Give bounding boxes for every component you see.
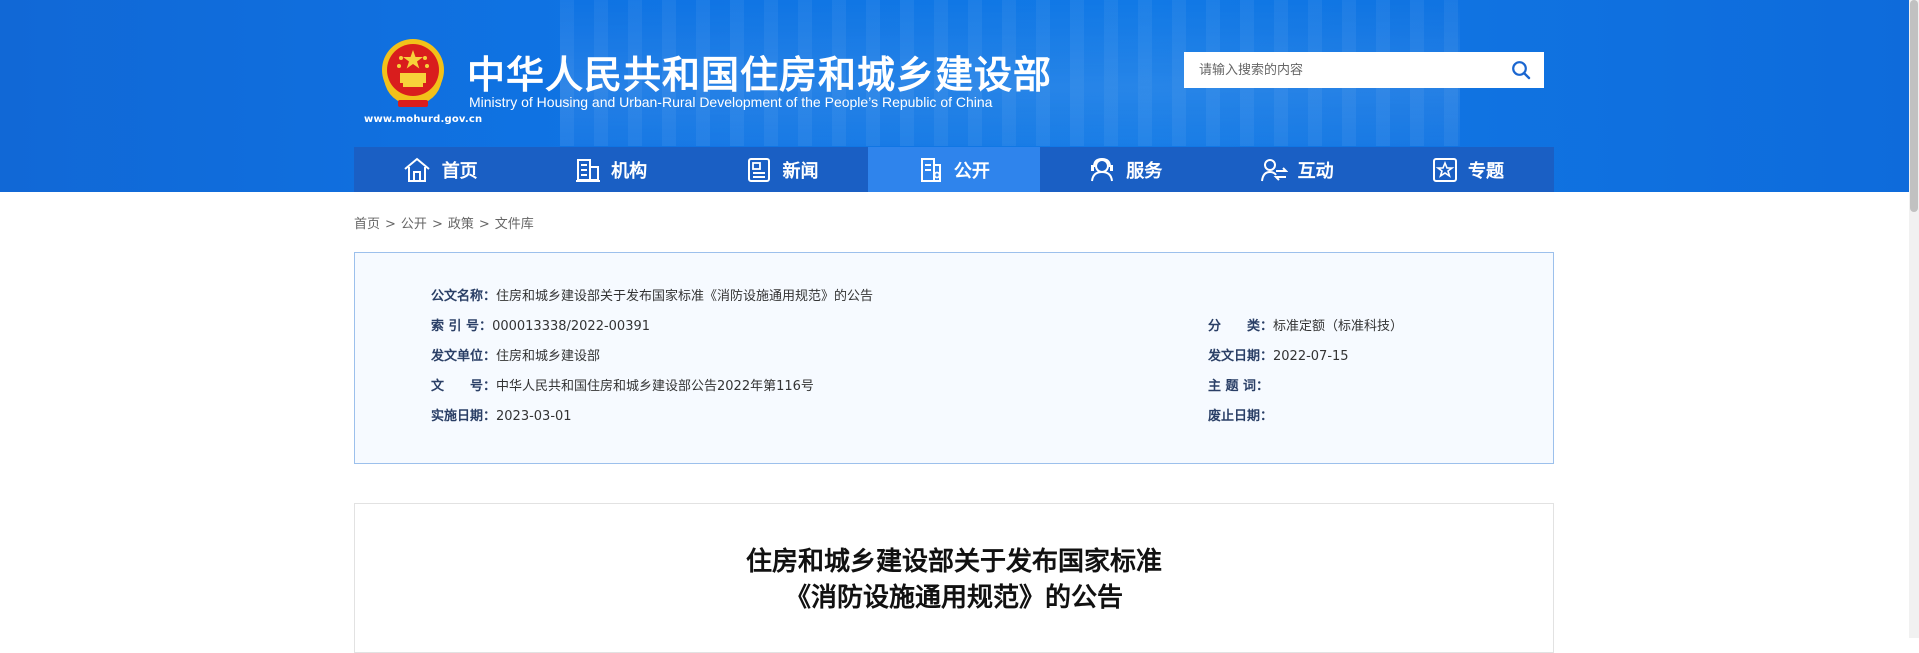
document-info-box: 公文名称：住房和城乡建设部关于发布国家标准《消防设施通用规范》的公告 索 引 号… (354, 252, 1554, 464)
info-value: 000013338/2022-00391 (492, 319, 651, 334)
nav-item-organization[interactable]: 机构 (525, 147, 696, 192)
info-category: 分 类：标准定额（标准科技） (1208, 315, 1403, 334)
building-icon (576, 158, 601, 182)
info-effective-date: 实施日期：2023-03-01 (431, 405, 572, 424)
breadcrumb-separator: > (385, 217, 396, 232)
info-label: 分 类： (1208, 319, 1274, 334)
service-icon (1091, 157, 1114, 181)
search-icon (1512, 61, 1531, 80)
nav-label-public: 公开 (953, 160, 990, 182)
main-nav: 首页 机构 新闻 公开 服务 互动 专题 (354, 147, 1554, 192)
info-index-number: 索 引 号：000013338/2022-00391 (431, 315, 650, 334)
info-label: 废止日期： (1208, 409, 1274, 424)
breadcrumb-separator: > (431, 217, 443, 232)
info-value: 住房和城乡建设部 (496, 349, 601, 364)
info-issuer: 发文单位：住房和城乡建设部 (431, 345, 600, 364)
nav-label-interaction: 互动 (1297, 160, 1334, 182)
nav-item-news[interactable]: 新闻 (697, 147, 868, 192)
nav-label-home: 首页 (441, 160, 478, 182)
home-icon (404, 157, 430, 182)
info-doc-number: 文 号：中华人民共和国住房和城乡建设部公告2022年第116号 (431, 375, 814, 394)
info-value: 2023-03-01 (496, 409, 572, 424)
star-icon (1433, 157, 1458, 182)
info-issue-date: 发文日期：2022-07-15 (1208, 345, 1349, 364)
nav-label-topics: 专题 (1468, 160, 1505, 182)
interaction-icon (1260, 158, 1288, 181)
info-doc-name: 公文名称：住房和城乡建设部关于发布国家标准《消防设施通用规范》的公告 (431, 285, 873, 304)
article-title-line1: 住房和城乡建设部关于发布国家标准 (745, 547, 1162, 577)
info-label: 发文日期： (1208, 349, 1274, 364)
info-label: 索 引 号： (431, 319, 493, 334)
nav-label-news: 新闻 (782, 160, 819, 182)
site-url: www.mohurd.gov.cn (364, 114, 483, 125)
scrollbar-thumb[interactable] (1910, 0, 1918, 212)
search-box (1184, 52, 1544, 88)
article-title-line2: 《消防设施通用规范》的公告 (784, 583, 1123, 613)
site-title-en: Ministry of Housing and Urban-Rural Deve… (469, 94, 993, 110)
article-panel: 住房和城乡建设部关于发布国家标准 《消防设施通用规范》的公告 (354, 503, 1554, 653)
nav-item-interaction[interactable]: 互动 (1211, 147, 1382, 192)
national-emblem-icon[interactable] (378, 36, 448, 112)
site-header: www.mohurd.gov.cn 中华人民共和国住房和城乡建设部 Minist… (0, 0, 1909, 192)
info-label: 主 题 词： (1208, 379, 1270, 394)
info-label: 文 号： (431, 379, 497, 394)
nav-item-public[interactable]: 公开 (868, 147, 1040, 192)
info-value: 2022-07-15 (1273, 349, 1349, 364)
search-button[interactable] (1498, 52, 1544, 88)
nav-item-topics[interactable]: 专题 (1382, 147, 1553, 192)
info-value: 标准定额（标准科技） (1273, 319, 1404, 334)
info-value: 住房和城乡建设部关于发布国家标准《消防设施通用规范》的公告 (496, 289, 874, 304)
nav-item-home[interactable]: 首页 (354, 147, 525, 192)
breadcrumb-separator: > (478, 217, 490, 232)
site-title-cn[interactable]: 中华人民共和国住房和城乡建设部 (467, 44, 1052, 99)
search-input[interactable] (1184, 52, 1498, 88)
info-label: 发文单位： (431, 349, 497, 364)
breadcrumb-public[interactable]: 公开 (401, 217, 427, 232)
info-keywords: 主 题 词： (1208, 375, 1269, 394)
nav-item-service[interactable]: 服务 (1040, 147, 1211, 192)
info-value: 中华人民共和国住房和城乡建设部公告2022年第116号 (496, 379, 814, 394)
info-repeal-date: 废止日期： (1208, 405, 1273, 424)
nav-label-organization: 机构 (611, 160, 648, 182)
breadcrumb-home[interactable]: 首页 (354, 217, 380, 232)
nav-label-service: 服务 (1126, 160, 1163, 182)
breadcrumb-policy[interactable]: 政策 (448, 217, 474, 232)
breadcrumb-library[interactable]: 文件库 (495, 217, 534, 232)
info-label: 实施日期： (431, 409, 497, 424)
info-label: 公文名称： (431, 289, 497, 304)
breadcrumb: 首页 > 公开 > 政策 > 文件库 (354, 213, 534, 232)
article-title: 住房和城乡建设部关于发布国家标准 《消防设施通用规范》的公告 (355, 544, 1553, 616)
news-icon (748, 157, 771, 182)
document-icon (920, 157, 941, 182)
